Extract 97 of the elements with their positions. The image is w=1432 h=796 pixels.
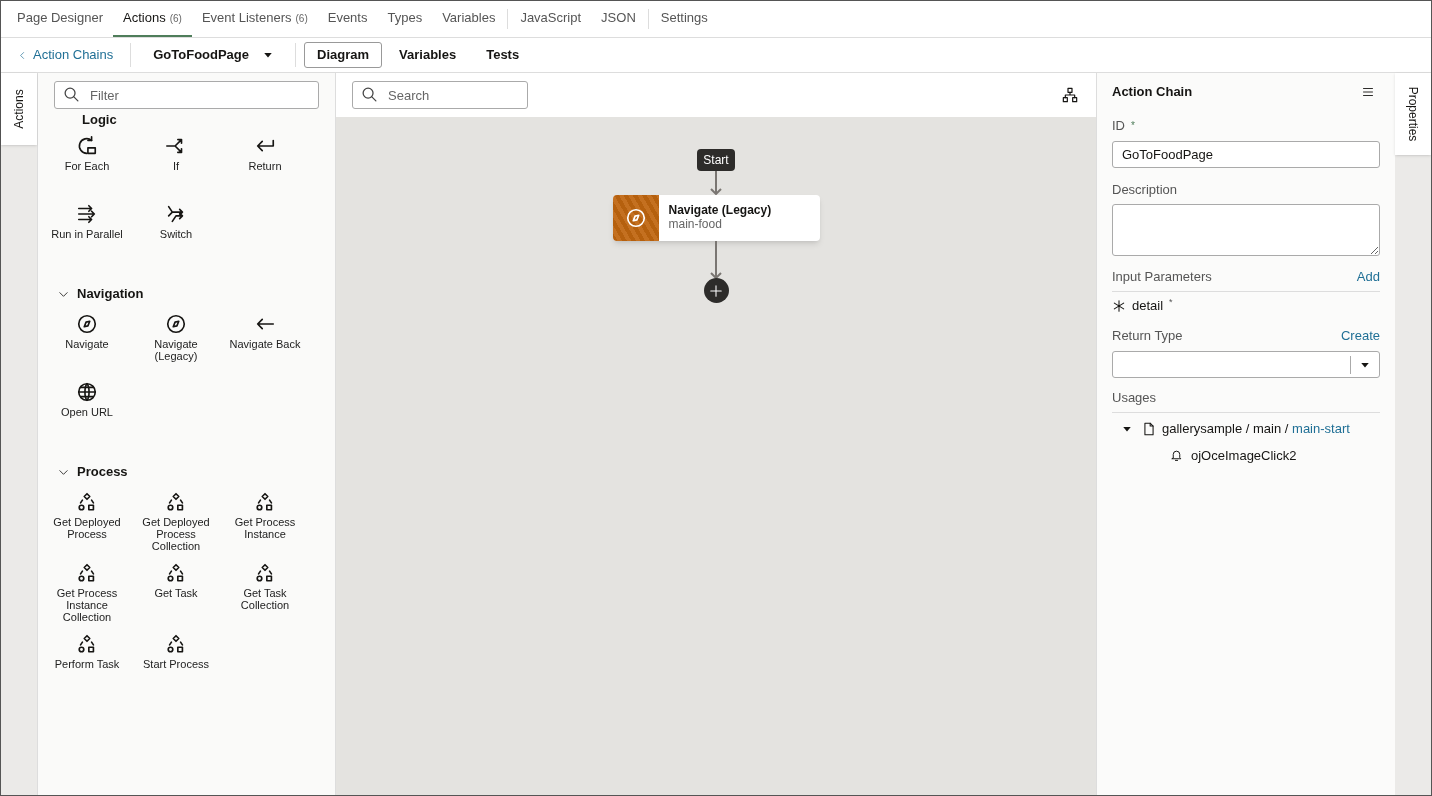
usage-link[interactable]: main-start <box>1292 420 1350 436</box>
caret-down-icon <box>263 50 274 60</box>
palette-item[interactable]: Get Process Instance Collection <box>42 562 132 623</box>
start-node: Start <box>697 149 735 171</box>
add-action-button[interactable] <box>703 278 729 303</box>
palette-item[interactable]: Perform Task <box>42 633 132 691</box>
tab[interactable]: JSON <box>591 1 646 37</box>
tab[interactable]: Event Listeners (6) <box>191 1 318 37</box>
palette-item-label: Perform Task <box>54 658 120 670</box>
view-tab[interactable]: Diagram <box>304 42 383 68</box>
hierarchy-icon <box>1062 87 1078 103</box>
section-header[interactable]: Logic <box>38 111 161 129</box>
panel-title: Action Chain <box>1112 83 1193 102</box>
search-field[interactable]: Search <box>352 81 528 109</box>
palette-item[interactable]: Get Deployed Process Collection <box>131 491 221 552</box>
palette-item[interactable]: Get Process Instance <box>220 491 310 552</box>
field-label: Return Type <box>1112 326 1183 345</box>
action-node[interactable]: Navigate (Legacy) main-food <box>612 195 820 241</box>
section-label: Input Parameters <box>1112 268 1212 286</box>
palette-item[interactable]: For Each <box>42 135 132 193</box>
search-icon <box>63 86 80 103</box>
description-field[interactable] <box>1112 204 1380 256</box>
loop-icon <box>76 135 98 157</box>
palette-item-label: Get Task <box>154 587 198 599</box>
palette-item-label: Get Deployed Process Collection <box>141 516 211 552</box>
palette-item-label: Get Process Instance Collection <box>55 587 119 623</box>
palette-item-label: Switch <box>159 228 193 240</box>
palette-item[interactable]: Navigate Back <box>220 313 310 371</box>
usage-event[interactable]: ojOceImageClick2 <box>1191 445 1297 466</box>
globe-icon <box>76 381 98 403</box>
id-field[interactable]: GoToFoodPage <box>1112 140 1380 168</box>
filter-field[interactable]: Filter <box>54 81 319 109</box>
section-header[interactable]: Process <box>38 459 148 485</box>
field-label: Description <box>1112 180 1178 199</box>
palette-item[interactable]: Navigate (Legacy) <box>131 313 221 371</box>
compass-icon <box>624 207 647 229</box>
palette-item[interactable]: Switch <box>131 203 221 261</box>
required-mark: * <box>1131 119 1135 134</box>
palette-item-label: Start Process <box>143 658 209 670</box>
palette-item[interactable]: Navigate <box>42 313 132 371</box>
tab[interactable]: Variables <box>432 1 506 37</box>
field-label: ID <box>1112 117 1125 135</box>
tab[interactable]: Page Designer <box>7 1 113 37</box>
parallel-arrows-icon <box>76 203 98 225</box>
section-label: Usages <box>1112 388 1380 413</box>
search-icon <box>361 86 378 103</box>
palette-item-label: Return <box>248 160 282 172</box>
palette-item[interactable]: Open URL <box>42 381 132 439</box>
palette-item-label: Open URL <box>61 406 113 418</box>
menu-icon <box>1362 86 1374 98</box>
section-header[interactable]: Navigation <box>38 281 164 307</box>
actions-side-tab[interactable]: Actions <box>1 73 37 145</box>
layout-button[interactable] <box>1060 85 1080 105</box>
tab[interactable]: Settings <box>650 1 718 37</box>
node-title: Navigate (Legacy) <box>668 203 772 217</box>
palette-item-label: Get Process Instance <box>233 516 297 540</box>
palette-item-label: Navigate <box>65 338 109 350</box>
connector-arrow <box>710 171 722 195</box>
chevron-left-icon <box>18 50 27 60</box>
required-mark: * <box>1169 295 1173 309</box>
parameter-name[interactable]: detail <box>1132 295 1164 316</box>
menu-button[interactable] <box>1362 86 1374 98</box>
palette-item[interactable]: Get Deployed Process <box>42 491 132 552</box>
side-tab-label: Properties <box>1405 86 1421 142</box>
palette-item[interactable]: Return <box>220 135 310 193</box>
palette-item-label: Navigate Back <box>229 338 301 350</box>
palette-item-label: Run in Parallel <box>51 228 123 240</box>
view-tab[interactable]: Tests <box>473 42 533 68</box>
palette-item-label: If <box>172 160 180 172</box>
compass-icon <box>76 313 98 335</box>
usage-path: gallerysample / main / main-start <box>1162 419 1350 438</box>
connector-arrow <box>710 241 722 279</box>
palette-item[interactable]: Run in Parallel <box>42 203 132 261</box>
side-tab-label: Actions <box>11 89 27 129</box>
document-icon <box>1142 421 1156 436</box>
chain-dropdown[interactable]: GoToFoodPage <box>131 45 296 65</box>
palette-item-label: Navigate (Legacy) <box>153 338 199 362</box>
palette-item[interactable]: Get Task <box>131 562 221 623</box>
compass-icon <box>165 313 187 335</box>
palette-item[interactable]: Start Process <box>131 633 221 691</box>
add-link[interactable]: Add <box>1356 267 1380 287</box>
palette-item[interactable]: Get Task Collection <box>220 562 310 623</box>
back-link[interactable]: Action Chains <box>1 45 131 65</box>
bell-icon <box>1170 449 1183 462</box>
create-link[interactable]: Create <box>1340 325 1380 345</box>
palette-item-label: Get Task Collection <box>239 587 291 611</box>
view-tab[interactable]: Variables <box>386 42 470 68</box>
palette-item-label: Get Deployed Process <box>52 516 122 540</box>
asterisk-icon <box>1112 298 1126 313</box>
tab[interactable]: Types <box>377 1 433 37</box>
tab[interactable]: JavaScript <box>510 1 592 37</box>
tab[interactable]: Events <box>317 1 378 37</box>
palette-item[interactable]: If <box>131 135 221 193</box>
properties-side-tab[interactable]: Properties <box>1395 73 1431 155</box>
plus-icon <box>709 283 723 298</box>
node-subtitle: main-food <box>668 217 723 231</box>
palette-item-label: For Each <box>64 160 110 172</box>
